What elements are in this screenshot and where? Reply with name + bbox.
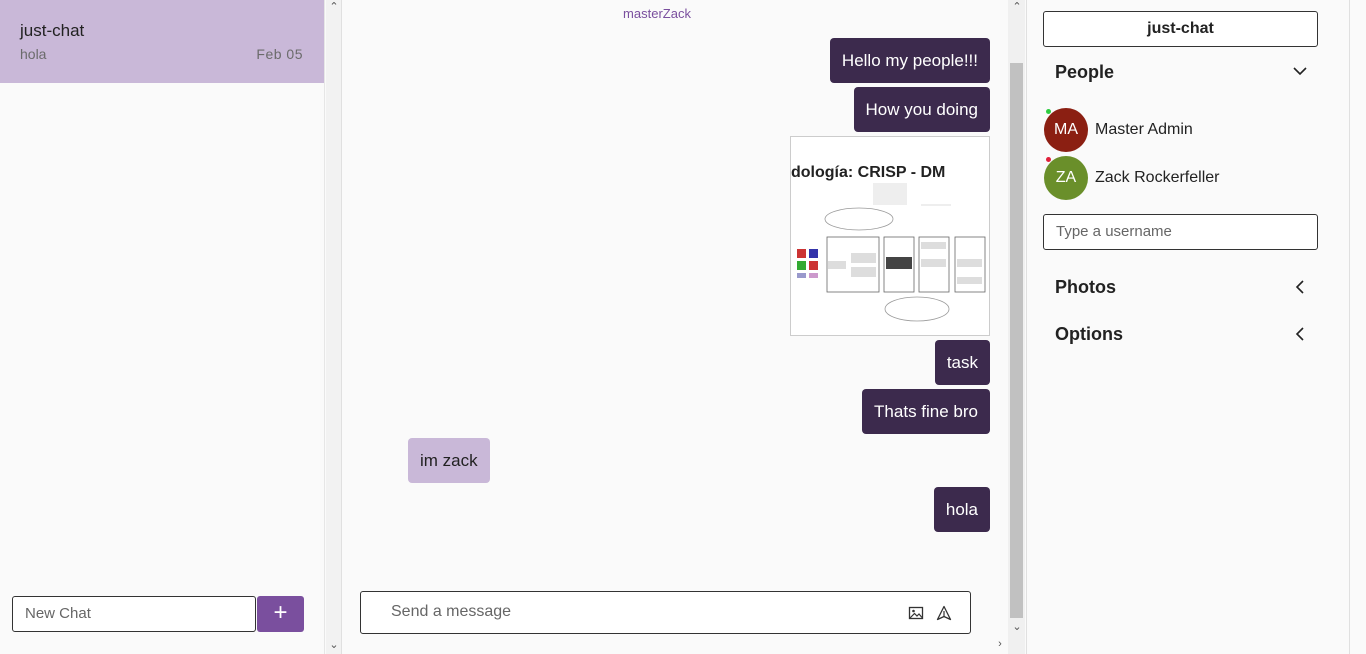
message-bubble: How you doing <box>853 87 990 132</box>
scroll-right-icon[interactable]: › <box>992 638 1008 650</box>
chat-list-scrollbar[interactable]: ⌃ ⌄ <box>326 0 342 654</box>
chat-details-panel: just-chat People MA Master Admin ZA Zack… <box>1026 0 1350 654</box>
chat-card-just-chat[interactable]: just-chat hola Feb 05 <box>0 0 324 83</box>
people-section-title[interactable]: People <box>1055 62 1114 83</box>
new-chat-input[interactable]: New Chat <box>12 596 256 632</box>
avatar: MA <box>1044 108 1088 152</box>
photos-section-title[interactable]: Photos <box>1055 277 1116 298</box>
message-bubble: Thats fine bro <box>862 389 990 434</box>
message-bubble: Hello my people!!! <box>829 38 990 83</box>
scroll-down-icon[interactable]: ⌄ <box>1009 620 1025 633</box>
chat-details-title: just-chat <box>1043 11 1318 47</box>
person-row-master-admin[interactable]: MA Master Admin <box>1044 108 1304 152</box>
username-input[interactable]: Type a username <box>1043 214 1318 250</box>
offline-status-icon <box>1046 157 1051 162</box>
chat-app: just-chat hola Feb 05 New Chat + ⌃ ⌄ mas… <box>0 0 1366 654</box>
person-name: Zack Rockerfeller <box>1095 169 1220 186</box>
message-composer[interactable]: Send a message <box>360 591 971 634</box>
chat-card-last-message: hola <box>20 46 47 62</box>
message-bubble: hola <box>933 487 990 532</box>
chevron-left-icon[interactable] <box>1291 325 1309 343</box>
chevron-left-icon[interactable] <box>1291 278 1309 296</box>
person-row-zack-rockerfeller[interactable]: ZA Zack Rockerfeller <box>1044 156 1304 200</box>
image-message-title: dología: CRISP - DM <box>791 164 945 181</box>
options-section-title[interactable]: Options <box>1055 324 1123 345</box>
send-message-input[interactable]: Send a message <box>391 603 511 621</box>
online-status-icon <box>1046 109 1051 114</box>
scroll-up-icon[interactable]: ⌃ <box>326 0 342 13</box>
crisp-dm-thumbnail: dología: CRISP - DM <box>791 164 986 322</box>
message-bubble: task <box>934 340 990 385</box>
message-bubble-incoming: im zack <box>408 438 490 483</box>
avatar: ZA <box>1044 156 1088 200</box>
conversation-panel: masterZack Hello my people!!! How you do… <box>342 0 1008 654</box>
image-message[interactable]: dología: CRISP - DM <box>790 136 990 336</box>
attach-image-icon[interactable] <box>908 605 924 621</box>
conversation-scrollbar[interactable]: ⌃ ⌄ <box>1008 0 1025 654</box>
chat-list-panel: just-chat hola Feb 05 New Chat + <box>0 0 325 654</box>
window-edge <box>1350 0 1366 654</box>
chevron-down-icon[interactable] <box>1291 62 1309 80</box>
scrollbar-thumb[interactable] <box>1010 63 1023 618</box>
send-icon[interactable] <box>936 605 952 621</box>
scroll-up-icon[interactable]: ⌃ <box>1009 0 1025 13</box>
chat-card-date: Feb 05 <box>256 46 303 62</box>
person-name: Master Admin <box>1095 121 1193 138</box>
scroll-down-icon[interactable]: ⌄ <box>326 638 342 651</box>
chat-card-title: just-chat <box>20 21 85 40</box>
conversation-title: masterZack <box>623 6 691 21</box>
add-chat-button[interactable]: + <box>257 596 304 632</box>
